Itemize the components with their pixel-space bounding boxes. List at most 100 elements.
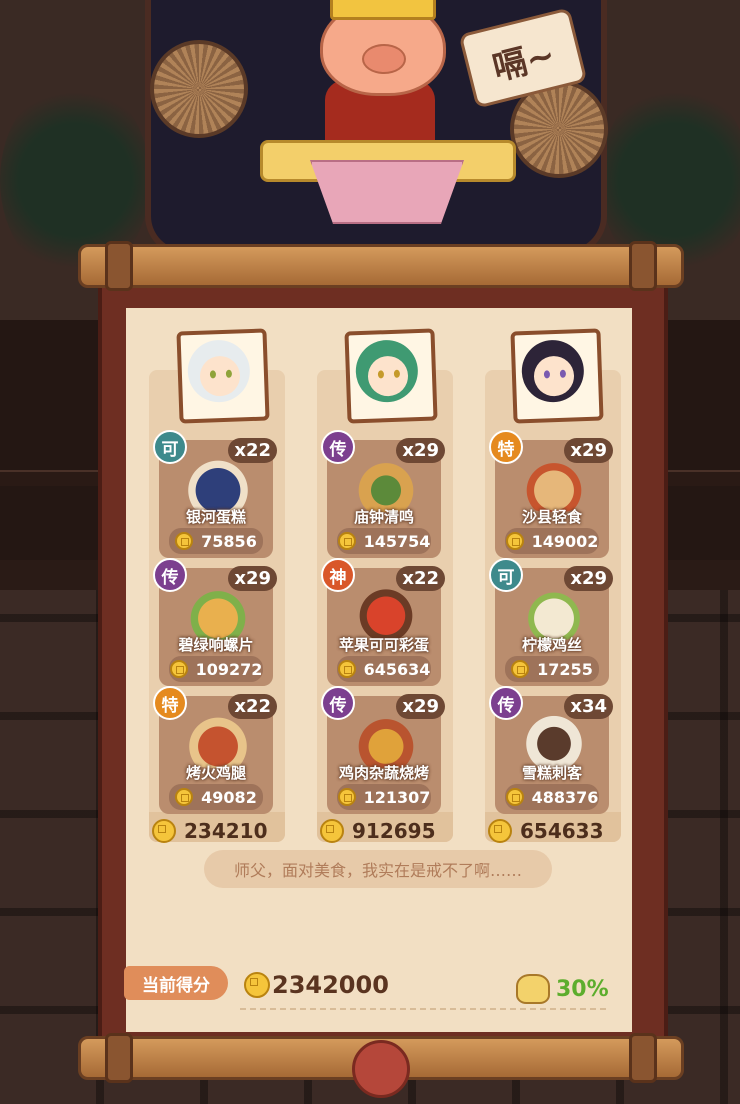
knot-ornament-icon — [352, 1040, 410, 1098]
dish-quantity: x22 — [396, 566, 445, 591]
dish-image-conch-slices — [181, 586, 255, 640]
coin-icon — [505, 788, 524, 806]
disciple-portrait-3[interactable] — [510, 328, 604, 424]
rod-cap-left — [105, 241, 133, 291]
coin-icon — [337, 532, 356, 550]
column-total: 912695 — [320, 818, 436, 844]
coin-icon — [505, 532, 524, 550]
current-score: 2342000 — [244, 970, 389, 1000]
dish-score-row: 121307 — [337, 784, 431, 810]
rod-cap-right — [629, 1033, 657, 1083]
portrait-eye — [559, 369, 567, 378]
dish-image-ice-cream-assassin — [517, 714, 591, 768]
dish-name: 庙钟清鸣 — [353, 508, 414, 526]
column-total-score: 234210 — [184, 819, 268, 843]
dish-card[interactable]: 神 x22 苹果可可彩蛋 645634 — [321, 558, 445, 686]
dish-card[interactable]: 可 x22 银河蛋糕 75856 — [153, 430, 277, 558]
dish-name: 雪糕刺客 — [521, 764, 582, 782]
disciple-portrait-1[interactable] — [176, 328, 270, 424]
dish-score-row: 488376 — [505, 784, 599, 810]
current-score-label: 当前得分 — [124, 966, 228, 1000]
dish-card[interactable]: 可 x29 柠檬鸡丝 17255 — [489, 558, 613, 686]
dish-card[interactable]: 传 x34 雪糕刺客 488376 — [489, 686, 613, 814]
dish-score: 488376 — [531, 787, 599, 807]
coin-icon — [169, 660, 188, 678]
dish-name: 银河蛋糕 — [185, 508, 246, 526]
rarity-badge: 传 — [153, 558, 187, 592]
dish-score-row: 49082 — [169, 784, 263, 810]
coin-icon — [511, 660, 530, 678]
dish-image-turkey-leg — [181, 714, 255, 768]
dish-name: 柠檬鸡丝 — [521, 636, 582, 654]
dish-score: 145754 — [363, 531, 431, 551]
dish-name: 鸡肉杂蔬烧烤 — [338, 764, 429, 782]
dish-score-row: 17255 — [505, 656, 599, 682]
score-underline — [240, 1008, 606, 1010]
dish-score-row: 109272 — [169, 656, 263, 682]
dish-name: 沙县轻食 — [521, 508, 582, 526]
portrait-eye — [393, 369, 401, 378]
boss-tablecloth — [310, 160, 464, 224]
dish-card[interactable]: 传 x29 碧绿响螺片 109272 — [153, 558, 277, 686]
dish-name: 碧绿响螺片 — [178, 636, 254, 654]
dish-score-row: 75856 — [169, 528, 263, 554]
dish-name: 烤火鸡腿 — [185, 764, 246, 782]
dish-score: 149002 — [531, 531, 599, 551]
portrait-eye — [225, 369, 233, 378]
dish-image-chicken-veg-skewers — [349, 714, 423, 768]
rarity-badge: 传 — [489, 686, 523, 720]
coin-icon — [175, 788, 194, 806]
rarity-badge: 神 — [321, 558, 355, 592]
quote-bubble: 师父，面对美食，我实在是戒不了啊…… — [204, 850, 552, 888]
dish-score: 121307 — [363, 787, 431, 807]
dish-quantity: x22 — [228, 694, 277, 719]
dish-card[interactable]: 传 x29 庙钟清鸣 145754 — [321, 430, 445, 558]
dish-image-lemon-chicken — [517, 586, 591, 640]
dish-quantity: x29 — [228, 566, 277, 591]
dish-quantity: x34 — [564, 694, 613, 719]
dish-score-row: 149002 — [505, 528, 599, 554]
column-total-score: 654633 — [520, 819, 604, 843]
dish-score-row: 145754 — [337, 528, 431, 554]
dish-score: 75856 — [201, 531, 257, 551]
dish-card[interactable]: 特 x29 沙县轻食 149002 — [489, 430, 613, 558]
rarity-badge: 可 — [489, 558, 523, 592]
coin-icon — [337, 788, 356, 806]
coin-icon — [244, 972, 270, 998]
coin-icon — [337, 660, 356, 678]
dish-quantity: x22 — [228, 438, 277, 463]
rarity-badge: 特 — [153, 686, 187, 720]
dish-card[interactable]: 特 x22 烤火鸡腿 49082 — [153, 686, 277, 814]
boss-crown-icon — [330, 0, 436, 20]
column-total: 234210 — [152, 818, 268, 844]
boss-speech-text: 嗝~ — [488, 34, 560, 89]
dish-score: 49082 — [201, 787, 257, 807]
rarity-badge: 特 — [489, 430, 523, 464]
bonus-percent: 30% — [516, 974, 609, 1004]
current-score-value: 2342000 — [272, 971, 389, 999]
dish-name: 苹果可可彩蛋 — [338, 636, 429, 654]
boss-snout — [362, 44, 406, 74]
rarity-badge: 传 — [321, 430, 355, 464]
dish-score: 17255 — [537, 659, 593, 679]
rod-cap-right — [629, 241, 657, 291]
fan-left-icon — [150, 40, 248, 138]
coin-icon — [152, 819, 176, 843]
dish-card[interactable]: 传 x29 鸡肉杂蔬烧烤 121307 — [321, 686, 445, 814]
dish-quantity: x29 — [396, 694, 445, 719]
column-total-score: 912695 — [352, 819, 436, 843]
rod-cap-left — [105, 1033, 133, 1083]
dish-image-shaxian-snack — [517, 458, 591, 512]
dish-quantity: x29 — [396, 438, 445, 463]
dish-score: 645634 — [363, 659, 431, 679]
rarity-badge: 传 — [321, 686, 355, 720]
dish-image-galaxy-cake — [181, 458, 255, 512]
dish-score-row: 645634 — [337, 656, 431, 682]
rarity-badge: 可 — [153, 430, 187, 464]
bonus-percent-value: 30% — [556, 976, 609, 1002]
scroll-top-rod — [78, 241, 684, 291]
coin-icon — [488, 819, 512, 843]
disciple-portrait-2[interactable] — [344, 328, 438, 424]
pot-icon — [516, 974, 550, 1004]
coin-icon — [175, 532, 194, 550]
